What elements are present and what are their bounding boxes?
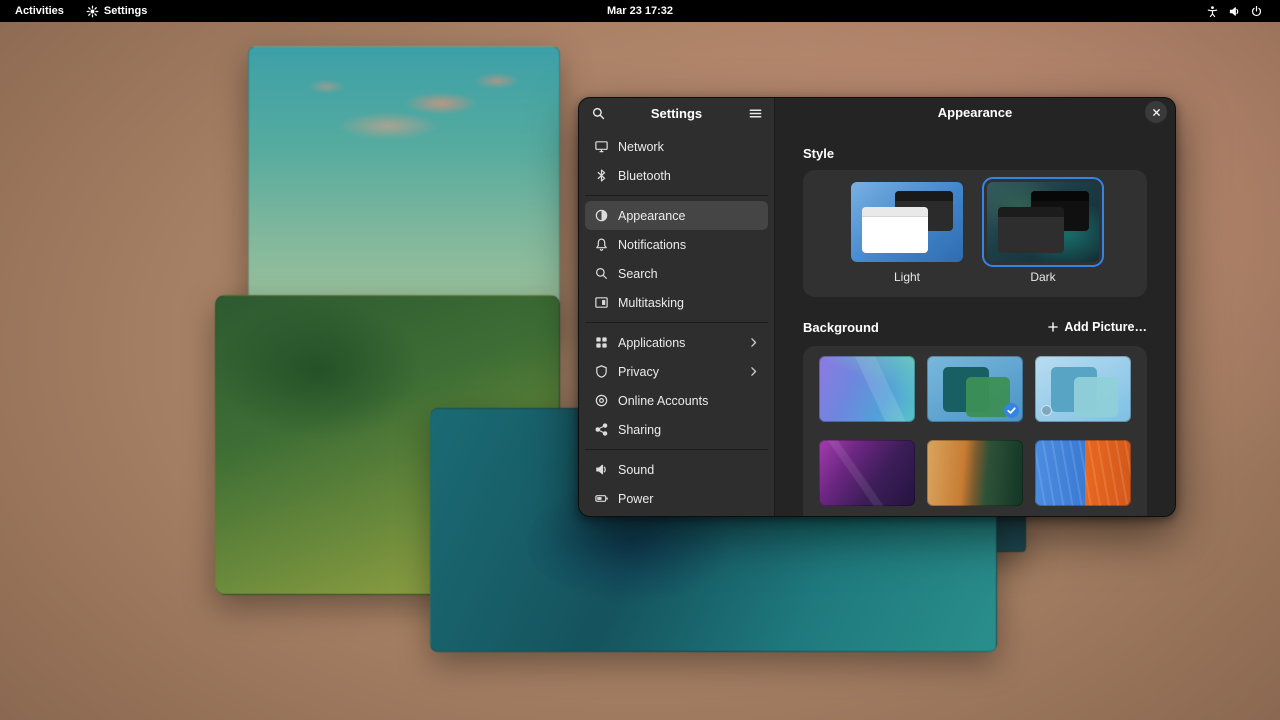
selected-check-icon	[1004, 403, 1019, 418]
primary-menu-button[interactable]	[743, 101, 767, 125]
panel-title: Appearance	[938, 105, 1012, 120]
wallpaper-thumb-orange-green[interactable]	[927, 440, 1023, 506]
app-menu-label: Settings	[104, 5, 147, 17]
bluetooth-icon	[593, 168, 609, 184]
light-style-preview	[851, 182, 963, 262]
sidebar-item-online-accounts[interactable]: Online Accounts	[585, 386, 768, 415]
sidebar-item-label: Search	[618, 267, 658, 281]
top-bar: Activities Settings Mar 23 17:32	[0, 0, 1280, 22]
wallpaper-thumb-purple-geometric[interactable]	[819, 356, 915, 422]
power-icon	[1250, 5, 1263, 18]
sidebar-item-label: Notifications	[618, 238, 686, 252]
search-button[interactable]	[586, 101, 610, 125]
background-section-header: Background Add Picture…	[803, 317, 1147, 337]
sidebar-item-label: Bluetooth	[618, 169, 671, 183]
hamburger-menu-icon	[748, 106, 763, 121]
sidebar-item-label: Appearance	[618, 209, 685, 223]
sidebar-item-label: Multitasking	[618, 296, 684, 310]
preview-front-window	[862, 207, 928, 253]
sidebar-item-label: Network	[618, 140, 664, 154]
window-close-button[interactable]	[1145, 101, 1167, 123]
separator	[585, 322, 768, 323]
chevron-right-icon	[747, 365, 760, 378]
style-section-heading: Style	[803, 146, 1147, 161]
settings-window: Settings Network	[578, 97, 1176, 517]
plus-icon	[1047, 321, 1059, 333]
sidebar-item-notifications[interactable]: Notifications	[585, 230, 768, 259]
wallpaper-thumb-adwaita-day[interactable]	[927, 356, 1023, 422]
sidebar-item-multitasking[interactable]: Multitasking	[585, 288, 768, 317]
sidebar-item-applications[interactable]: Applications	[585, 328, 768, 357]
activities-label: Activities	[15, 5, 64, 17]
style-option-dark[interactable]: Dark	[987, 182, 1099, 284]
sidebar-item-label: Applications	[618, 336, 685, 350]
add-picture-label: Add Picture…	[1064, 320, 1147, 334]
wallpaper-thumb-adwaita-light[interactable]	[1035, 356, 1131, 422]
background-chooser-card	[803, 346, 1147, 516]
system-menu-button[interactable]	[1197, 3, 1272, 20]
add-picture-button[interactable]: Add Picture…	[1047, 320, 1147, 334]
sidebar-item-network[interactable]: Network	[585, 132, 768, 161]
thumb-shape	[1074, 377, 1118, 417]
separator	[585, 449, 768, 450]
battery-icon	[593, 491, 609, 507]
wallpaper-thumb-purple-dark[interactable]	[819, 440, 915, 506]
accessibility-icon	[1206, 5, 1219, 18]
sidebar-item-search[interactable]: Search	[585, 259, 768, 288]
sidebar-item-label: Sharing	[618, 423, 661, 437]
sidebar-item-label: Online Accounts	[618, 394, 708, 408]
sidebar-item-sound[interactable]: Sound	[585, 455, 768, 484]
sidebar-item-appearance[interactable]: Appearance	[585, 201, 768, 230]
wallpaper-grid	[819, 356, 1131, 506]
dark-style-preview	[987, 182, 1099, 262]
wallpaper-thumb-blue-orange[interactable]	[1035, 440, 1131, 506]
search-icon	[591, 106, 606, 121]
search-icon	[593, 266, 609, 282]
privacy-shield-icon	[593, 364, 609, 380]
sidebar-item-bluetooth[interactable]: Bluetooth	[585, 161, 768, 190]
app-menu-button[interactable]: Settings	[77, 3, 156, 20]
bell-icon	[593, 237, 609, 253]
settings-sidebar: Settings Network	[579, 98, 775, 516]
sidebar-item-label: Power	[618, 492, 653, 506]
separator	[585, 195, 768, 196]
volume-icon	[1228, 5, 1241, 18]
sidebar-item-sharing[interactable]: Sharing	[585, 415, 768, 444]
style-selector-card: Light Dark	[803, 170, 1147, 297]
applications-grid-icon	[593, 335, 609, 351]
clock-label: Mar 23 17:32	[607, 5, 673, 17]
multitasking-icon	[593, 295, 609, 311]
appearance-panel: Appearance Style Light	[775, 98, 1175, 516]
sidebar-item-label: Sound	[618, 463, 654, 477]
online-accounts-icon	[593, 393, 609, 409]
activities-button[interactable]: Activities	[6, 3, 73, 19]
clock-button[interactable]: Mar 23 17:32	[598, 3, 682, 19]
appearance-icon	[593, 208, 609, 224]
sidebar-item-power[interactable]: Power	[585, 484, 768, 513]
background-section-heading: Background	[803, 320, 879, 335]
preview-front-window	[998, 207, 1064, 253]
network-icon	[593, 139, 609, 155]
content-headerbar: Appearance	[775, 98, 1175, 126]
appearance-content: Style Light Dark	[775, 126, 1175, 516]
variant-radio-icon[interactable]	[1041, 405, 1052, 416]
sidebar-item-label: Privacy	[618, 365, 659, 379]
wallpaper-image-sky	[248, 46, 560, 330]
close-icon	[1151, 107, 1162, 118]
dark-style-label: Dark	[1030, 270, 1055, 284]
sidebar-item-privacy[interactable]: Privacy	[585, 357, 768, 386]
gear-icon	[86, 5, 99, 18]
speaker-icon	[593, 462, 609, 478]
sidebar-nav: Network Bluetooth Appearanc	[579, 128, 774, 517]
chevron-right-icon	[747, 336, 760, 349]
style-option-light[interactable]: Light	[851, 182, 963, 284]
light-style-label: Light	[894, 270, 920, 284]
sidebar-headerbar: Settings	[579, 98, 774, 128]
share-icon	[593, 422, 609, 438]
